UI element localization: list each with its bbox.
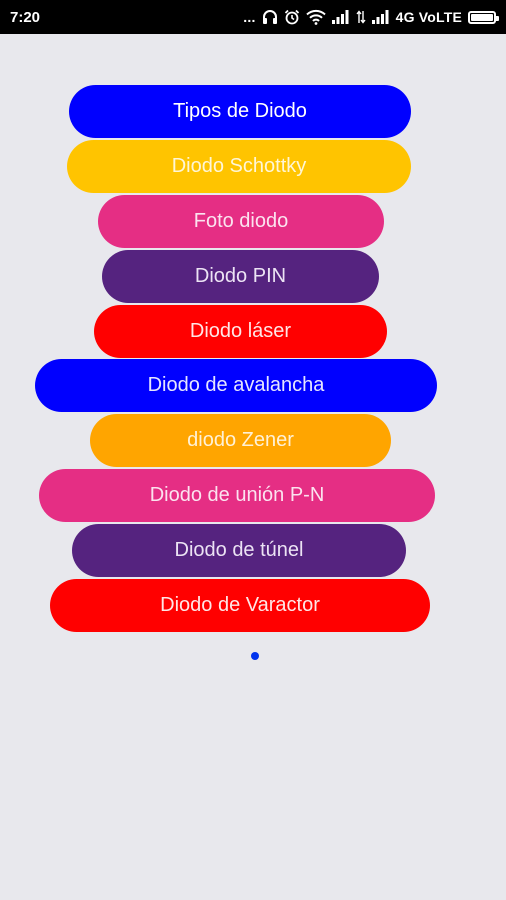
battery-icon <box>468 10 499 24</box>
diodo-avalancha-button[interactable]: Diodo de avalancha <box>35 359 437 412</box>
diodo-schottky-button[interactable]: Diodo Schottky <box>67 140 411 193</box>
status-bar: 7:20 ... 4G VoLTE <box>0 0 506 34</box>
foto-diodo-button[interactable]: Foto diodo <box>98 195 384 248</box>
page-indicator-dot <box>251 652 259 660</box>
diodo-laser-button[interactable]: Diodo láser <box>94 305 387 358</box>
headphones-icon <box>262 9 278 25</box>
signal-icon <box>371 10 390 24</box>
signal-icon <box>331 10 350 24</box>
diodo-pin-button[interactable]: Diodo PIN <box>102 250 379 303</box>
diodo-zener-button[interactable]: diodo Zener <box>90 414 391 467</box>
tipos-de-diodo-button[interactable]: Tipos de Diodo <box>69 85 411 138</box>
diodo-varactor-button[interactable]: Diodo de Varactor <box>50 579 430 632</box>
status-time: 7:20 <box>10 8 41 26</box>
diodo-tunel-button[interactable]: Diodo de túnel <box>72 524 406 577</box>
alarm-icon <box>284 9 300 25</box>
status-icons: ... 4G VoLTE <box>243 9 499 25</box>
wifi-icon <box>305 9 326 25</box>
data-arrows-icon <box>356 10 366 24</box>
network-type-label: 4G VoLTE <box>395 9 462 25</box>
notification-dots: ... <box>243 9 256 25</box>
diodo-union-pn-button[interactable]: Diodo de unión P-N <box>39 469 435 522</box>
battery-level <box>471 13 493 21</box>
